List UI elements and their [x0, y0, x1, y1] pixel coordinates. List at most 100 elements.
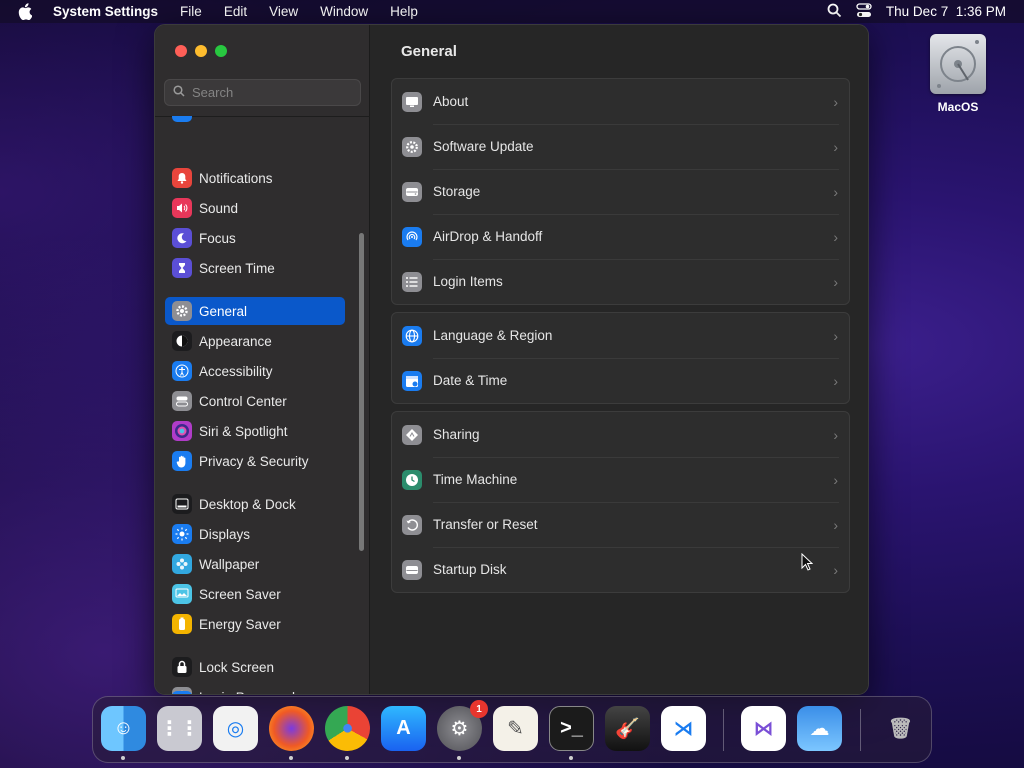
sidebar-item-notifications[interactable]: Notifications — [165, 164, 345, 192]
chevron-right-icon: › — [833, 516, 838, 533]
sidebar-item-siri-spotlight[interactable]: Siri & Spotlight — [165, 417, 345, 445]
row-language-region[interactable]: Language & Region › — [392, 313, 849, 358]
row-transfer-or-reset[interactable]: Transfer or Reset › — [392, 502, 849, 547]
chevron-right-icon: › — [833, 327, 838, 344]
sidebar: Notifications Sound Focus Screen Time Genera… — [155, 25, 370, 694]
sidebar-item-label: Wallpaper — [199, 556, 260, 572]
row-sharing[interactable]: Sharing › — [392, 412, 849, 457]
menu-app-name[interactable]: System Settings — [53, 4, 158, 19]
sidebar-item-wallpaper[interactable]: Wallpaper — [165, 550, 345, 578]
running-indicator — [345, 756, 349, 760]
sidebar-item-sound[interactable]: Sound — [165, 194, 345, 222]
sidebar-item-lock-screen[interactable]: Lock Screen — [165, 653, 345, 681]
vscode-icon[interactable]: ⋊ — [661, 706, 706, 751]
calendar-icon — [402, 370, 422, 391]
search-icon — [173, 85, 185, 100]
system-settings-icon[interactable]: ⚙ 1 — [437, 700, 488, 751]
sidebar-item-energy-saver[interactable]: Energy Saver — [165, 610, 345, 638]
firefox-icon[interactable] — [269, 706, 314, 751]
sidebar-item-privacy-security[interactable]: Privacy & Security — [165, 447, 345, 475]
flower-icon — [172, 554, 192, 574]
list-icon — [402, 271, 422, 292]
menu-window[interactable]: Window — [320, 4, 368, 19]
row-about[interactable]: About › — [392, 79, 849, 124]
settings-group: Language & Region › Date & Time › — [391, 312, 850, 404]
running-indicator — [121, 756, 125, 760]
search-input[interactable] — [192, 85, 352, 100]
row-label: Sharing — [433, 427, 480, 442]
sidebar-item-focus[interactable]: Focus — [165, 224, 345, 252]
desktop-drive[interactable]: MacOS — [926, 34, 990, 114]
garageband-icon[interactable]: 🎸 — [605, 706, 650, 751]
trash-icon[interactable]: 🗑 — [878, 706, 923, 751]
sidebar-item-label: Appearance — [199, 333, 272, 349]
textedit-icon[interactable]: ✎ — [493, 706, 538, 751]
row-label: Login Items — [433, 274, 503, 289]
sidebar-item-label: Privacy & Security — [199, 453, 309, 469]
sharing-icon — [402, 424, 422, 445]
visual-studio-icon[interactable]: ⋈ — [741, 706, 786, 751]
sidebar-item-login-password[interactable]: Login Password — [165, 683, 345, 694]
menu-time: 1:36 PM — [955, 4, 1006, 19]
sun-icon — [172, 524, 192, 544]
sidebar-item-screen-saver[interactable]: Screen Saver — [165, 580, 345, 608]
close-button[interactable] — [175, 45, 187, 57]
sidebar-scrollbar[interactable] — [359, 233, 364, 551]
sidebar-item-label: General — [199, 303, 248, 319]
terminal-icon[interactable]: >_ — [549, 706, 594, 751]
chevron-right-icon: › — [833, 93, 838, 110]
moon-icon — [172, 228, 192, 248]
sidebar-item-displays[interactable]: Displays — [165, 520, 345, 548]
launchpad-icon[interactable]: ⋮⋮ — [157, 706, 202, 751]
menu-edit[interactable]: Edit — [224, 4, 247, 19]
safari-icon[interactable]: ◎ — [213, 706, 258, 751]
chrome-icon[interactable]: ● — [325, 706, 370, 751]
sidebar-item-control-center[interactable]: Control Center — [165, 387, 345, 415]
menu-clock[interactable]: Thu Dec 7 1:36 PM — [886, 4, 1006, 19]
settings-group: Sharing › Time Machine › Transfer or Reset › S… — [391, 411, 850, 593]
minimize-button[interactable] — [195, 45, 207, 57]
row-startup-disk[interactable]: Startup Disk › — [392, 547, 849, 592]
system-settings-window: Notifications Sound Focus Screen Time Genera… — [154, 24, 869, 695]
sidebar-item-general[interactable]: General — [165, 297, 345, 325]
settings-group: About › Software Update › Storage › AirDrop & … — [391, 78, 850, 305]
bell-icon — [172, 168, 192, 188]
app-store-icon[interactable]: A — [381, 706, 426, 751]
menu-help[interactable]: Help — [390, 4, 418, 19]
row-storage[interactable]: Storage › — [392, 169, 849, 214]
disk-icon — [402, 559, 422, 580]
row-label: Storage — [433, 184, 481, 199]
finder-icon[interactable]: ☺ — [101, 706, 146, 751]
dock-separator — [860, 709, 861, 751]
weather-icon[interactable]: ☁ — [797, 706, 842, 751]
spotlight-search-icon[interactable] — [827, 3, 842, 21]
running-indicator — [569, 756, 573, 760]
chevron-right-icon: › — [833, 273, 838, 290]
row-airdrop-handoff[interactable]: AirDrop & Handoff › — [392, 214, 849, 259]
row-label: Date & Time — [433, 373, 508, 388]
sidebar-item-screen-time[interactable]: Screen Time — [165, 254, 345, 282]
lock-icon — [172, 657, 192, 677]
row-label: Transfer or Reset — [433, 517, 538, 532]
row-software-update[interactable]: Software Update › — [392, 124, 849, 169]
sidebar-item-appearance[interactable]: Appearance — [165, 327, 345, 355]
menu-file[interactable]: File — [180, 4, 202, 19]
running-indicator — [457, 756, 461, 760]
row-time-machine[interactable]: Time Machine › — [392, 457, 849, 502]
running-indicator — [289, 756, 293, 760]
storage-icon — [402, 181, 422, 202]
row-date-time[interactable]: Date & Time › — [392, 358, 849, 403]
menu-view[interactable]: View — [269, 4, 298, 19]
zoom-button[interactable] — [215, 45, 227, 57]
search-field[interactable] — [164, 79, 361, 106]
gear-badge-icon — [402, 136, 422, 157]
reset-icon — [402, 514, 422, 535]
apple-menu-icon[interactable] — [18, 3, 36, 20]
row-login-items[interactable]: Login Items › — [392, 259, 849, 304]
sidebar-item-desktop-dock[interactable]: Desktop & Dock — [165, 490, 345, 518]
chevron-right-icon: › — [833, 228, 838, 245]
sidebar-item-label: Screen Saver — [199, 586, 281, 602]
control-center-icon[interactable] — [856, 2, 872, 21]
desktop-drive-label: MacOS — [937, 100, 979, 114]
sidebar-item-accessibility[interactable]: Accessibility — [165, 357, 345, 385]
